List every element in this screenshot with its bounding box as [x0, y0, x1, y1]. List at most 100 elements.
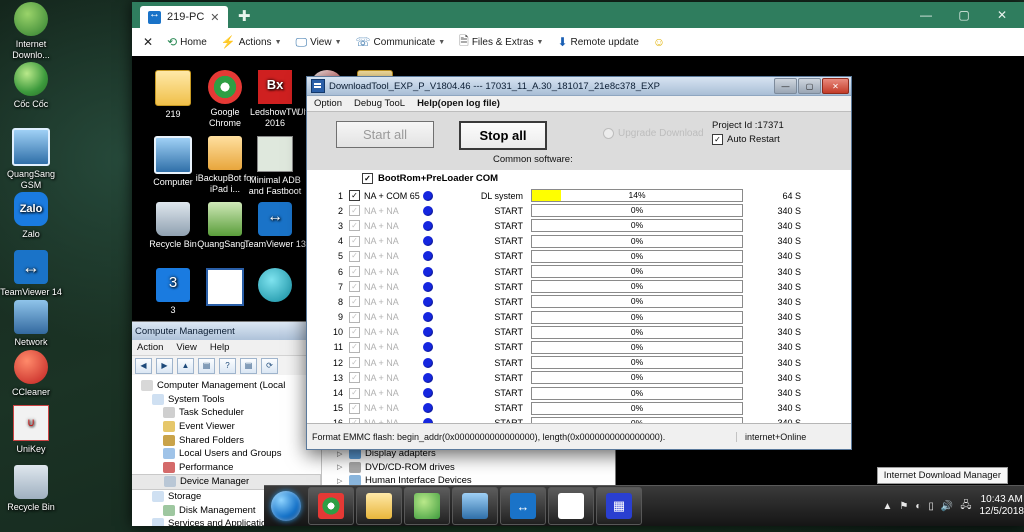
menu-view[interactable]: View — [176, 342, 196, 353]
menu-help[interactable]: Help — [210, 342, 230, 353]
download-row[interactable]: 14 ✓ NA + NA START 0% 340 S — [307, 385, 851, 400]
download-row[interactable]: 13 ✓ NA + NA START 0% 340 S — [307, 370, 851, 385]
row-port-checkbox[interactable]: ✓ NA + NA — [349, 341, 423, 353]
download-row[interactable]: 16✓NA + NASTART0%340 S — [307, 416, 851, 423]
network-tray-icon[interactable]: 🖧 — [960, 498, 971, 515]
row-port-checkbox[interactable]: ✓ NA + NA — [349, 266, 423, 278]
menu-action[interactable]: Action — [137, 342, 163, 353]
row-port-checkbox[interactable]: ✓ NA + COM 65 — [349, 190, 423, 202]
toolbar-files-extras[interactable]: 🗎 Files & Extras ▼ — [454, 30, 548, 55]
clock[interactable]: 10:43 AM 12/5/2018 — [980, 494, 1024, 518]
stop-all-button[interactable]: Stop all — [459, 121, 547, 150]
up-folder-icon[interactable]: ▲ — [177, 357, 194, 374]
download-row[interactable]: 5 ✓ NA + NA START 0% 340 S — [307, 249, 851, 264]
volume-icon[interactable]: 🔊 — [941, 501, 953, 512]
maximize-icon[interactable]: ▢ — [946, 4, 982, 26]
download-row[interactable]: 8 ✓ NA + NA START 0% 340 S — [307, 294, 851, 309]
start-all-button[interactable]: Start all — [336, 121, 434, 148]
scan-hardware-icon[interactable]: ⟳ — [261, 357, 278, 374]
desktop-icon-teamviewer-icon[interactable]: ↔ TeamViewer 14 — [0, 250, 62, 298]
start-button[interactable] — [264, 488, 308, 524]
menu-help-open-log-file-[interactable]: Help(open log file) — [417, 98, 500, 109]
remote-tab-219-pc[interactable]: 219-PC ✕ — [140, 6, 228, 28]
taskbar-button-quangsang-icon[interactable] — [452, 487, 498, 525]
desktop-icon-zalo-icon[interactable]: Zalo Zalo — [0, 192, 62, 240]
row-port-checkbox[interactable]: ✓ NA + NA — [349, 387, 423, 399]
toolbar-close-session-icon[interactable]: ✕ — [138, 33, 158, 51]
desktop-icon-unikey-icon[interactable]: U UniKey — [0, 405, 62, 455]
expand-arrow-icon[interactable]: ▷ — [337, 463, 345, 471]
close-icon[interactable]: ✕ — [822, 78, 849, 94]
row-port-checkbox[interactable]: ✓ NA + NA — [349, 372, 423, 384]
desktop-icon-network-icon[interactable]: Network — [0, 300, 62, 348]
tree-node[interactable]: Performance — [132, 461, 321, 475]
back-icon[interactable]: ◀ — [135, 357, 152, 374]
remote-desktop-icon[interactable] — [244, 268, 306, 305]
download-row[interactable]: 3 ✓ NA + NA START 0% 340 S — [307, 218, 851, 233]
row-port-checkbox[interactable]: ✓ NA + NA — [349, 250, 423, 262]
desktop-icon-quangsang-gsm-icon[interactable]: QuangSang GSM — [0, 128, 62, 191]
desktop-icon-internet-download-manager-icon[interactable]: Internet Downlo... — [0, 2, 62, 61]
properties-icon[interactable]: ▤ — [198, 357, 215, 374]
list-view-icon[interactable]: ▤ — [240, 357, 257, 374]
remote-desktop-canvas[interactable]: 219Google ChromeBxLedshowTW 2016Ultimate… — [132, 56, 1024, 526]
row-port-checkbox[interactable]: ✓ NA + NA — [349, 220, 423, 232]
maximize-icon[interactable]: ▢ — [798, 78, 821, 94]
taskbar-button-chrome-icon[interactable] — [308, 487, 354, 525]
toolbar-actions[interactable]: ⚡ Actions ▼ — [216, 33, 287, 51]
tree-node[interactable]: Computer Management (Local — [132, 379, 321, 393]
download-row[interactable]: 12 ✓ NA + NA START 0% 340 S — [307, 355, 851, 370]
row-port-checkbox[interactable]: ✓ NA + NA — [349, 235, 423, 247]
auto-restart-checkbox[interactable]: ✓ Auto Restart — [712, 134, 780, 145]
menu-debug-tool[interactable]: Debug TooL — [354, 98, 405, 109]
minimize-icon[interactable]: — — [774, 78, 797, 94]
download-row[interactable]: 7 ✓ NA + NA START 0% 340 S — [307, 279, 851, 294]
download-row[interactable]: 1 ✓ NA + COM 65 DL system 14% 64 S — [307, 188, 851, 203]
toolbar-communicate[interactable]: ☏ Communicate ▼ — [351, 33, 451, 51]
battery-icon[interactable]: ▯ — [928, 501, 934, 512]
idm-tray-icon[interactable]: ◐ — [915, 501, 921, 512]
tree-node[interactable]: System Tools — [132, 393, 321, 407]
close-icon[interactable]: ✕ — [984, 4, 1020, 26]
flag-action-center-icon[interactable]: ⚑ — [899, 501, 908, 512]
tree-node[interactable]: Shared Folders — [132, 433, 321, 447]
tree-node[interactable]: Task Scheduler — [132, 406, 321, 420]
taskbar-button-blue-app-icon[interactable]: ▦ — [596, 487, 642, 525]
row-port-checkbox[interactable]: ✓ NA + NA — [349, 357, 423, 369]
expand-arrow-icon[interactable]: ▷ — [337, 450, 345, 458]
bootrom-preloader-checkbox[interactable]: ✓ BootRom+PreLoader COM — [307, 170, 851, 188]
row-port-checkbox[interactable]: ✓ NA + NA — [349, 205, 423, 217]
download-row[interactable]: 4 ✓ NA + NA START 0% 340 S — [307, 234, 851, 249]
download-row[interactable]: 2 ✓ NA + NA START 0% 340 S — [307, 203, 851, 218]
taskbar-button-coccoc-icon[interactable] — [404, 487, 450, 525]
toolbar-home[interactable]: ⟲ Home — [162, 33, 212, 51]
download-row[interactable]: 9 ✓ NA + NA START 0% 340 S — [307, 310, 851, 325]
desktop-icon-coccoc-browser-icon[interactable]: Cốc Cốc — [0, 62, 62, 110]
toolbar-remote-update[interactable]: ⬇ Remote update — [552, 33, 643, 51]
taskbar-button-teamviewer-icon[interactable]: ↔ — [500, 487, 546, 525]
toolbar-view[interactable]: 🖵 View ▼ — [291, 33, 347, 52]
download-row[interactable]: 11 ✓ NA + NA START 0% 340 S — [307, 340, 851, 355]
row-port-checkbox[interactable]: ✓ NA + NA — [349, 281, 423, 293]
row-port-checkbox[interactable]: ✓ NA + NA — [349, 296, 423, 308]
new-tab-button[interactable]: ✚ — [238, 7, 251, 25]
menu-option[interactable]: Option — [314, 98, 342, 109]
download-row[interactable]: 10 ✓ NA + NA START 0% 340 S — [307, 325, 851, 340]
minimize-icon[interactable]: — — [908, 4, 944, 26]
help-icon[interactable]: ? — [219, 357, 236, 374]
download-row[interactable]: 15 ✓ NA + NA START 0% 340 S — [307, 401, 851, 416]
show-hidden-icons-chevron[interactable]: ▲ — [882, 501, 892, 512]
tree-node[interactable]: Event Viewer — [132, 420, 321, 434]
tree-node[interactable]: Local Users and Groups — [132, 447, 321, 461]
taskbar-button-file-explorer-icon[interactable] — [356, 487, 402, 525]
close-icon[interactable]: ✕ — [210, 11, 219, 24]
tree-node[interactable]: ▷ DVD/CD-ROM drives — [326, 461, 615, 475]
desktop-icon-recycle-bin-icon[interactable]: Recycle Bin — [0, 465, 62, 513]
taskbar-button-tool-icon[interactable]: ⛶ — [548, 487, 594, 525]
download-row[interactable]: 6 ✓ NA + NA START 0% 340 S — [307, 264, 851, 279]
desktop-icon-ccleaner-icon[interactable]: CCleaner — [0, 350, 62, 398]
forward-icon[interactable]: ▶ — [156, 357, 173, 374]
expand-arrow-icon[interactable]: ▷ — [337, 477, 345, 485]
row-port-checkbox[interactable]: ✓ NA + NA — [349, 311, 423, 323]
toolbar-smiley-icon[interactable]: ☺ — [648, 33, 670, 51]
